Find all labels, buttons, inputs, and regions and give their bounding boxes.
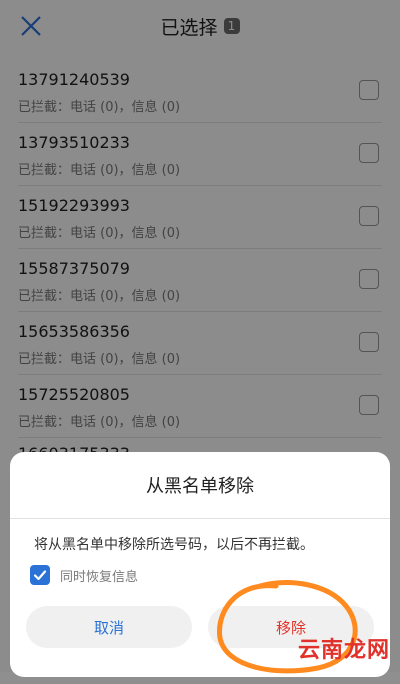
highlight-circle-annotation [217,580,358,674]
dialog-title: 从黑名单移除 [146,476,254,497]
restore-checkbox[interactable] [30,565,50,585]
watermark-logo: 云南龙网 [297,638,390,663]
divider [10,518,390,519]
dialog-message: 将从黑名单中移除所选号码，以后不再拦截。 [34,537,314,553]
cancel-button[interactable]: 取消 [26,606,192,648]
restore-messages-option[interactable]: 同时恢复信息 [30,565,138,585]
restore-label: 同时恢复信息 [60,569,139,585]
checkmark-icon [33,570,47,581]
